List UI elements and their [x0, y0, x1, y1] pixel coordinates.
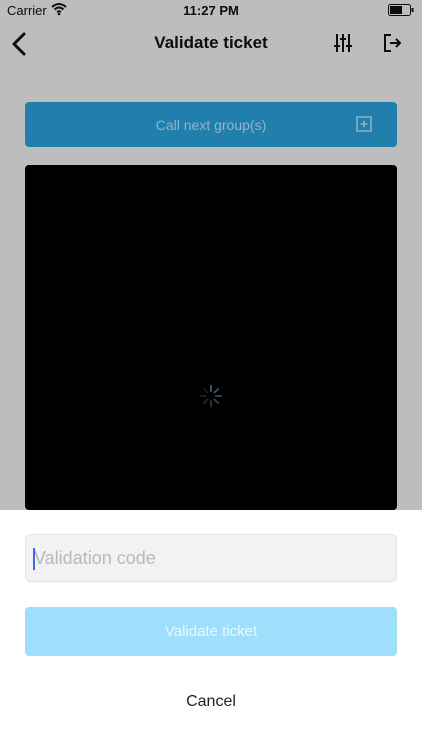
modal-dim-overlay[interactable]: [0, 0, 422, 510]
validate-ticket-button[interactable]: Validate ticket: [25, 607, 397, 656]
validation-sheet: Validate ticket Cancel: [0, 510, 422, 750]
validation-code-field[interactable]: [25, 534, 397, 582]
cancel-button[interactable]: Cancel: [0, 693, 422, 711]
text-caret: [33, 548, 35, 570]
validation-code-input[interactable]: [26, 535, 396, 581]
